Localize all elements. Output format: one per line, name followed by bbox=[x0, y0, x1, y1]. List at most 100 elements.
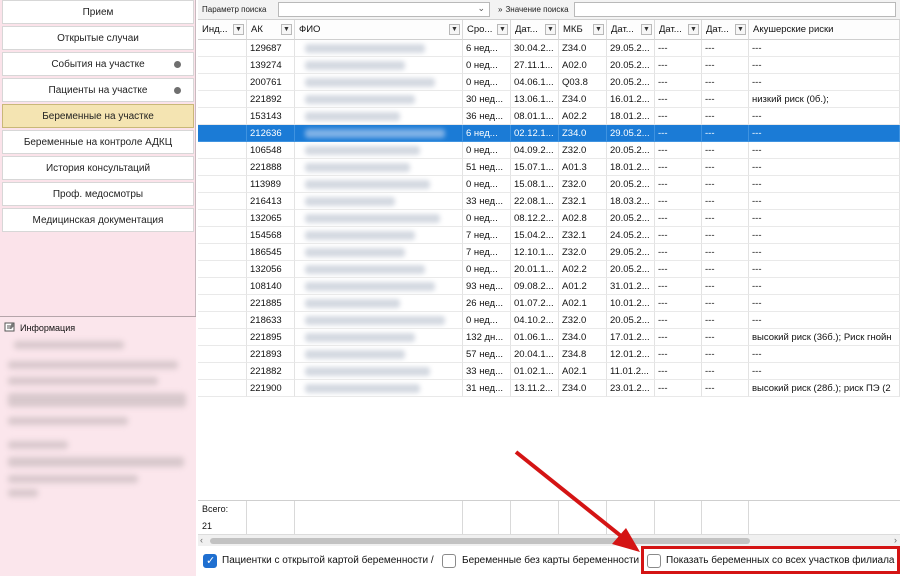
col-mkb-header[interactable]: МКБ ▼ bbox=[559, 20, 607, 40]
col-term-cell: 132 дн... bbox=[463, 329, 511, 346]
col-term-cell: 0 нед... bbox=[463, 261, 511, 278]
filter-dropdown-icon[interactable]: ▼ bbox=[497, 24, 508, 35]
filter-dropdown-icon[interactable]: ▼ bbox=[593, 24, 604, 35]
chevron-right-icon: » bbox=[498, 5, 503, 14]
table-row[interactable]: 139274 0 нед... 27.11.1... A02.0 20.05.2... -… bbox=[198, 57, 900, 74]
sidebar-item[interactable]: Пациенты на участке bbox=[2, 78, 194, 102]
col-fio-cell bbox=[295, 176, 463, 193]
col-date3-cell: --- bbox=[655, 210, 702, 227]
table-row[interactable]: 212636 6 нед... 02.12.1... Z34.0 29.05.2... -… bbox=[198, 125, 900, 142]
table-row[interactable]: 200761 0 нед... 04.06.1... Q03.8 20.05.2... -… bbox=[198, 74, 900, 91]
col-index-cell bbox=[198, 261, 247, 278]
table-row[interactable]: 221892 30 нед... 13.06.1... Z34.0 16.01.2...… bbox=[198, 91, 900, 108]
table-row[interactable]: 186545 7 нед... 12.10.1... Z32.0 29.05.2... -… bbox=[198, 244, 900, 261]
table-row[interactable]: 221895 132 дн... 01.06.1... Z34.0 17.01.2...… bbox=[198, 329, 900, 346]
filter-dropdown-icon[interactable]: ▼ bbox=[735, 24, 746, 35]
table-row[interactable]: 108140 93 нед... 09.08.2... A01.2 31.01.2...… bbox=[198, 278, 900, 295]
table-row[interactable]: 221900 31 нед... 13.11.2... Z34.0 23.01.2...… bbox=[198, 380, 900, 397]
col-ak-cell: 153143 bbox=[247, 108, 295, 125]
col-date3-cell: --- bbox=[655, 125, 702, 142]
col-term-cell: 0 нед... bbox=[463, 142, 511, 159]
filter-dropdown-icon[interactable]: ▼ bbox=[688, 24, 699, 35]
col-term-header[interactable]: Сро... ▼ bbox=[463, 20, 511, 40]
col-mkb-cell: A02.1 bbox=[559, 295, 607, 312]
col-term-cell: 33 нед... bbox=[463, 363, 511, 380]
col-index-cell bbox=[198, 244, 247, 261]
col-mkb-cell: Q03.8 bbox=[559, 74, 607, 91]
table-row[interactable]: 221885 26 нед... 01.07.2... A02.1 10.01.2...… bbox=[198, 295, 900, 312]
table-row[interactable]: 113989 0 нед... 15.08.1... Z32.0 20.05.2... -… bbox=[198, 176, 900, 193]
col-mkb-cell: Z32.1 bbox=[559, 227, 607, 244]
total-count: 21 bbox=[202, 521, 213, 531]
col-date2-cell: 12.01.2... bbox=[607, 346, 655, 363]
search-value-input[interactable] bbox=[574, 2, 896, 17]
scroll-left-icon[interactable]: ‹ bbox=[200, 535, 203, 545]
col-date4-cell: --- bbox=[702, 363, 749, 380]
table-row[interactable]: 132065 0 нед... 08.12.2... A02.8 20.05.2... -… bbox=[198, 210, 900, 227]
col-date2-cell: 10.01.2... bbox=[607, 295, 655, 312]
table-row[interactable]: 221893 57 нед... 20.04.1... Z34.8 12.01.2...… bbox=[198, 346, 900, 363]
filter-dropdown-icon[interactable]: ▼ bbox=[281, 24, 292, 35]
sidebar-item-label: Беременные на участке bbox=[42, 110, 154, 122]
col-date3-cell: --- bbox=[655, 142, 702, 159]
col-ak-header[interactable]: АК ▼ bbox=[247, 20, 295, 40]
no-card-checkbox[interactable] bbox=[442, 554, 456, 568]
table-row[interactable]: 221882 33 нед... 01.02.1... A02.1 11.01.2...… bbox=[198, 363, 900, 380]
info-blurred-text bbox=[8, 393, 186, 407]
chevron-down-icon[interactable]: ⌄ bbox=[477, 3, 485, 14]
horizontal-scrollbar[interactable]: ‹ › bbox=[198, 534, 900, 546]
sidebar-item[interactable]: Проф. медосмотры bbox=[2, 182, 194, 206]
table-row[interactable]: 106548 0 нед... 04.09.2... Z32.0 20.05.2... -… bbox=[198, 142, 900, 159]
col-date2-header[interactable]: Дат... ▼ bbox=[607, 20, 655, 40]
col-mkb-cell: Z32.0 bbox=[559, 142, 607, 159]
scroll-right-icon[interactable]: › bbox=[894, 535, 897, 545]
col-date1-cell: 02.12.1... bbox=[511, 125, 559, 142]
col-date3-header[interactable]: Дат... ▼ bbox=[655, 20, 702, 40]
filter-dropdown-icon[interactable]: ▼ bbox=[641, 24, 652, 35]
table-row[interactable]: 216413 33 нед... 22.08.1... Z32.1 18.03.2...… bbox=[198, 193, 900, 210]
sidebar-item[interactable]: Медицинская документация bbox=[2, 208, 194, 232]
filter-dropdown-icon[interactable]: ▼ bbox=[233, 24, 244, 35]
col-risks-cell: --- bbox=[749, 312, 900, 329]
table-row[interactable]: 221888 51 нед... 15.07.1... A01.3 18.01.2...… bbox=[198, 159, 900, 176]
col-fio-header[interactable]: ФИО ▼ bbox=[295, 20, 463, 40]
col-date1-cell: 08.01.1... bbox=[511, 108, 559, 125]
footer-cell bbox=[463, 501, 511, 535]
col-fio-cell bbox=[295, 74, 463, 91]
table-row[interactable]: 129687 6 нед... 30.04.2... Z34.0 29.05.2... -… bbox=[198, 40, 900, 57]
sidebar-item[interactable]: Беременные на участке bbox=[2, 104, 194, 128]
sidebar-item[interactable]: События на участке bbox=[2, 52, 194, 76]
col-date1-cell: 04.09.2... bbox=[511, 142, 559, 159]
col-index-header[interactable]: Инд... ▼ bbox=[198, 20, 247, 40]
sidebar-item[interactable]: Открытые случаи bbox=[2, 26, 194, 50]
sidebar-item[interactable]: Прием bbox=[2, 0, 194, 24]
sidebar-item[interactable]: История консультаций bbox=[2, 156, 194, 180]
table-row[interactable]: 153143 36 нед... 08.01.1... A02.2 18.01.2...… bbox=[198, 108, 900, 125]
table-row[interactable]: 132056 0 нед... 20.01.1... A02.2 20.05.2... -… bbox=[198, 261, 900, 278]
search-param-select[interactable]: ⌄ bbox=[278, 2, 490, 17]
col-index-cell bbox=[198, 363, 247, 380]
col-fio-cell bbox=[295, 125, 463, 142]
col-risks-cell: --- bbox=[749, 261, 900, 278]
col-date1-header[interactable]: Дат... ▼ bbox=[511, 20, 559, 40]
table-row[interactable]: 154568 7 нед... 15.04.2... Z32.1 24.05.2... -… bbox=[198, 227, 900, 244]
col-risks-header[interactable]: Акушерские риски bbox=[749, 20, 900, 40]
footer-cell bbox=[655, 501, 702, 535]
col-risks-cell: высокий риск (28б.); риск ПЭ (2 bbox=[749, 380, 900, 397]
table-row[interactable]: 218633 0 нед... 04.10.2... Z32.0 20.05.2... -… bbox=[198, 312, 900, 329]
col-ak-cell: 154568 bbox=[247, 227, 295, 244]
sidebar-item[interactable]: Беременные на контроле АДКЦ bbox=[2, 130, 194, 154]
open-card-checkbox[interactable] bbox=[203, 554, 217, 568]
info-blurred-text bbox=[8, 441, 68, 449]
col-index-cell bbox=[198, 40, 247, 57]
col-date2-cell: 20.05.2... bbox=[607, 210, 655, 227]
col-fio-cell bbox=[295, 363, 463, 380]
filter-dropdown-icon[interactable]: ▼ bbox=[449, 24, 460, 35]
scroll-thumb[interactable] bbox=[210, 538, 750, 544]
col-mkb-cell: A02.1 bbox=[559, 363, 607, 380]
col-fio-cell bbox=[295, 244, 463, 261]
col-date4-header[interactable]: Дат... ▼ bbox=[702, 20, 749, 40]
info-blurred-text bbox=[8, 377, 158, 385]
col-date4-cell: --- bbox=[702, 57, 749, 74]
filter-dropdown-icon[interactable]: ▼ bbox=[545, 24, 556, 35]
